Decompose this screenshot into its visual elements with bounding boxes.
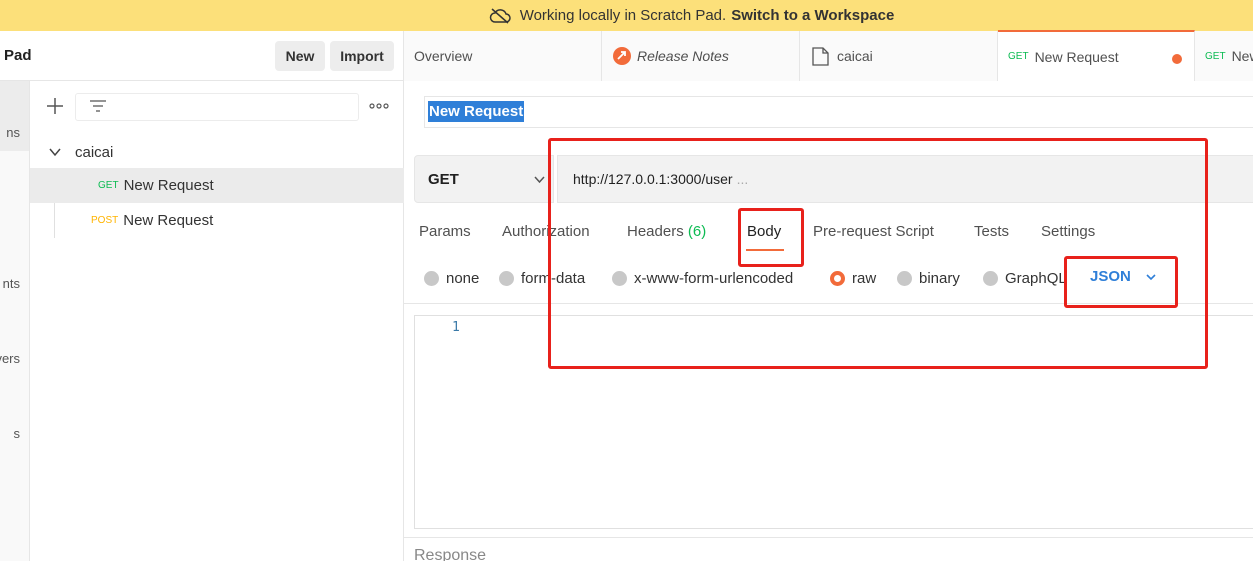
rail-item-history[interactable]: s — [0, 406, 29, 486]
url-input[interactable]: http://127.0.0.1:3000/user ... — [557, 155, 1253, 203]
import-button[interactable]: Import — [330, 41, 394, 71]
collection-name: caicai — [75, 143, 114, 161]
tab-authorization[interactable]: Authorization — [502, 223, 590, 240]
tab-settings[interactable]: Settings — [1041, 223, 1095, 240]
request-item-post[interactable]: POST New Request — [30, 203, 404, 238]
filter-icon — [90, 100, 106, 112]
tab-method: GET — [1205, 50, 1226, 62]
request-name-selected-text: New Request — [428, 101, 525, 122]
request-name-field[interactable]: New Request — [424, 96, 1253, 128]
cloud-off-icon — [489, 7, 511, 24]
collection-caicai[interactable]: caicai — [30, 136, 404, 168]
tab-params[interactable]: Params — [419, 223, 471, 240]
rail-item-environments[interactable]: nts — [0, 241, 29, 321]
unsaved-dot-icon — [1172, 54, 1182, 64]
method-select[interactable]: GET — [414, 155, 554, 203]
scratch-pad-banner: Working locally in Scratch Pad. Switch t… — [0, 0, 1253, 31]
tab-body[interactable]: Body — [747, 223, 781, 240]
tab-tests[interactable]: Tests — [974, 223, 1009, 240]
tab-new-request-active[interactable]: GET New Request — [998, 30, 1195, 81]
radio-raw[interactable]: raw — [830, 270, 876, 287]
tab-headers[interactable]: Headers (6) — [627, 223, 706, 240]
release-notes-icon — [613, 47, 631, 65]
sidebar-header: Pad New Import — [0, 31, 404, 81]
body-editor[interactable]: 1 — [414, 315, 1253, 529]
radio-none[interactable]: none — [424, 270, 479, 287]
radio-form-data[interactable]: form-data — [499, 270, 585, 287]
url-ellipsis: ... — [736, 171, 749, 187]
method-badge: POST — [91, 215, 119, 226]
tab-release-notes[interactable]: Release Notes — [602, 31, 800, 81]
line-number: 1 — [452, 320, 460, 335]
tab-new-request-2[interactable]: GET New — [1195, 31, 1253, 81]
response-label: Response — [414, 547, 487, 561]
rail-item-mock-servers[interactable]: vers — [0, 326, 29, 406]
filter-input[interactable] — [75, 93, 359, 121]
tab-bar: Overview Release Notes caicai GET New Re… — [404, 30, 1253, 81]
collections-sidebar: caicai GET New Request POST New Request — [30, 81, 404, 561]
radio-dot — [897, 271, 912, 286]
more-options-icon[interactable] — [368, 95, 390, 117]
tab-pre-request-script[interactable]: Pre-request Script — [813, 223, 934, 240]
chevron-down-icon[interactable] — [48, 145, 62, 159]
radio-dot — [983, 271, 998, 286]
url-text: http://127.0.0.1:3000/user — [573, 171, 733, 187]
left-rail: ns nts vers s — [0, 81, 30, 561]
raw-format-select[interactable]: JSON — [1090, 268, 1157, 285]
request-item-get[interactable]: GET New Request — [30, 168, 404, 203]
new-button[interactable]: New — [275, 41, 325, 71]
headers-count: (6) — [687, 223, 707, 240]
switch-workspace-link[interactable]: Switch to a Workspace — [731, 7, 894, 24]
collection-icon — [812, 46, 829, 66]
workspace-title: Pad — [4, 47, 32, 64]
divider — [404, 537, 1253, 538]
rail-item-collections[interactable]: ns — [0, 81, 29, 151]
chevron-down-icon — [1146, 273, 1156, 280]
radio-dot — [499, 271, 514, 286]
tab-overview[interactable]: Overview — [404, 31, 602, 81]
radio-graphql[interactable]: GraphQL — [983, 270, 1067, 287]
tab-caicai[interactable]: caicai — [800, 31, 998, 81]
radio-dot — [424, 271, 439, 286]
divider — [404, 303, 1253, 304]
method-badge: GET — [98, 180, 119, 191]
tab-method: GET — [1008, 51, 1029, 62]
chevron-down-icon — [534, 176, 545, 184]
radio-dot-selected — [830, 271, 845, 286]
request-name: New Request — [123, 177, 214, 194]
radio-x-www-form-urlencoded[interactable]: x-www-form-urlencoded — [612, 270, 793, 287]
request-name: New Request — [123, 212, 214, 229]
active-tab-underline — [746, 249, 784, 251]
plus-icon[interactable] — [44, 95, 66, 117]
radio-dot — [612, 271, 627, 286]
radio-binary[interactable]: binary — [897, 270, 960, 287]
banner-text: Working locally in Scratch Pad. — [519, 7, 727, 24]
